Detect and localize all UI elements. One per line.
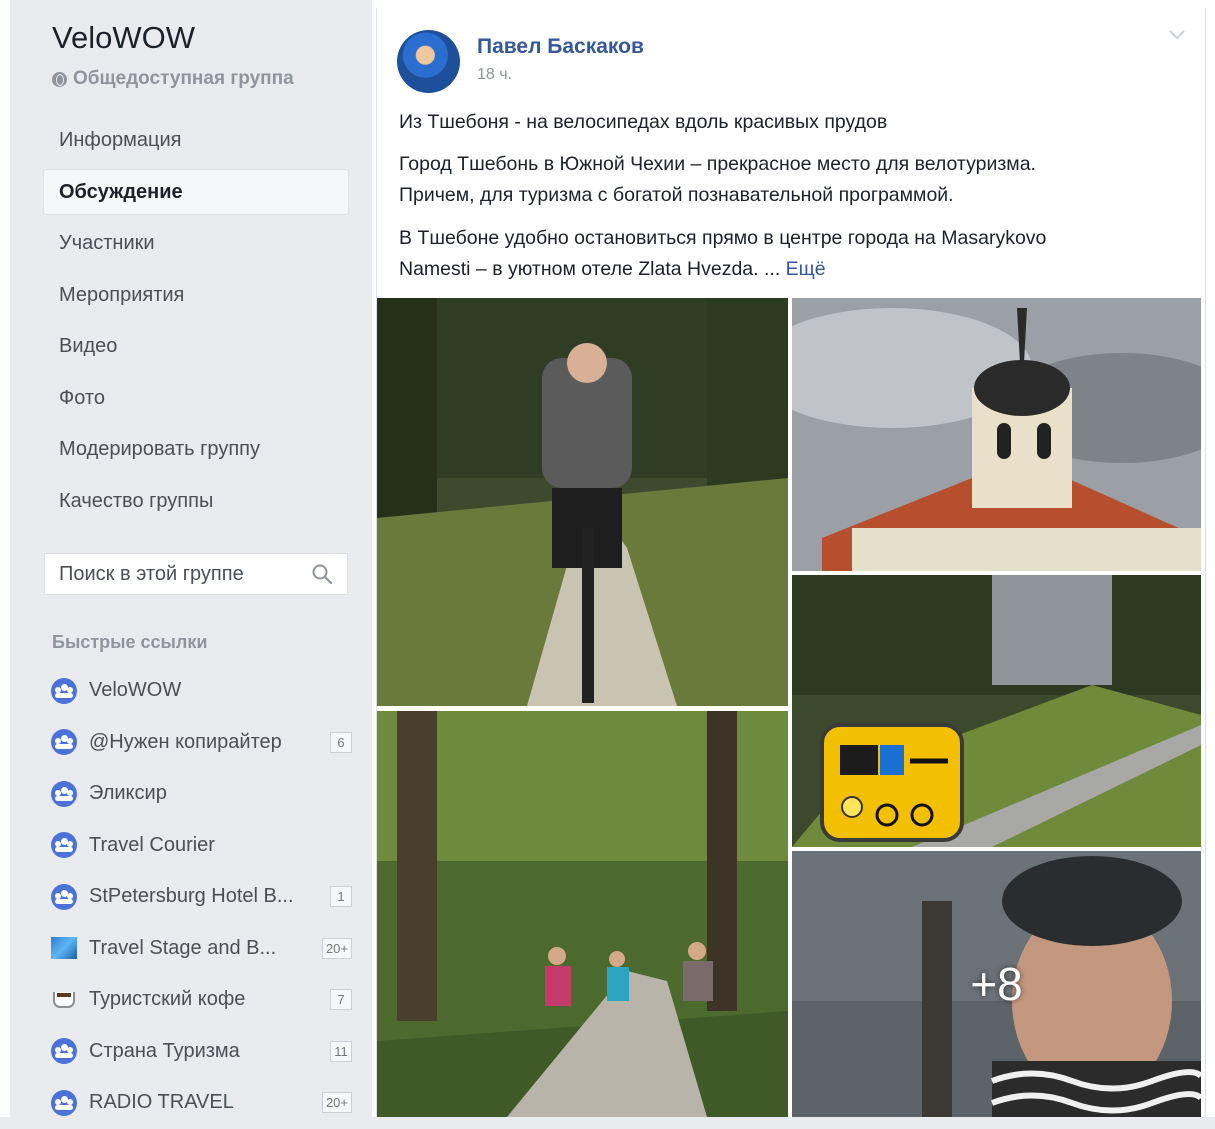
group-icon xyxy=(50,677,77,704)
post-text: Namesti – в уютном отеле Zlata Hvezda. .… xyxy=(399,258,781,280)
quick-link-label: Туристский кофе xyxy=(89,988,246,1011)
group-icon xyxy=(50,832,77,859)
quick-links-list: VeloWOW @Нужен копирайтер 6 Эликсир Trav… xyxy=(50,665,352,1129)
group-thumb-icon xyxy=(50,937,77,960)
group-title[interactable]: VeloWOW xyxy=(52,20,195,56)
post-timestamp[interactable]: 18 ч. xyxy=(477,66,512,84)
group-icon xyxy=(50,1038,77,1065)
quick-link-item[interactable]: Туристский кофе 7 xyxy=(50,974,352,1026)
photo-cyclist-on-path xyxy=(377,298,788,706)
quick-link-label: StPetersburg Hotel B... xyxy=(89,885,294,908)
group-privacy: Общедоступная группа xyxy=(52,68,294,90)
quick-link-item[interactable]: StPetersburg Hotel B... 1 xyxy=(50,871,352,923)
group-icon xyxy=(50,883,77,910)
search-input[interactable] xyxy=(45,561,301,587)
search-icon[interactable] xyxy=(311,563,333,585)
quick-link-item[interactable]: RADIO TRAVEL 20+ xyxy=(50,1077,352,1129)
nav-item-discussion[interactable]: Обсуждение xyxy=(44,169,348,214)
nav-item-info[interactable]: Информация xyxy=(44,118,348,162)
post-paragraph-2-line-2: Namesti – в уютном отеле Zlata Hvezda. .… xyxy=(399,253,1189,285)
notification-badge: 11 xyxy=(330,1040,352,1062)
coffee-cup-icon xyxy=(52,991,75,1008)
globe-icon xyxy=(52,71,67,87)
quick-link-item[interactable]: Страна Туризма 11 xyxy=(50,1026,352,1078)
photo-church xyxy=(792,298,1201,571)
post-paragraph-1-line-1: Город Тшебонь в Южной Чехии – прекрасное… xyxy=(399,153,1036,175)
quick-link-label: Travel Courier xyxy=(89,833,215,856)
nav-item-group-quality[interactable]: Качество группы xyxy=(44,479,348,523)
quick-link-label: VeloWOW xyxy=(89,679,182,702)
quick-link-item[interactable]: Travel Courier xyxy=(50,820,352,872)
nav-item-photos[interactable]: Фото xyxy=(44,376,348,420)
quick-link-item[interactable]: @Нужен копирайтер 6 xyxy=(50,717,352,769)
nav-item-events[interactable]: Мероприятия xyxy=(44,273,348,317)
group-icon xyxy=(50,729,77,756)
quick-link-label: @Нужен копирайтер xyxy=(89,730,282,753)
post-photo-5[interactable]: +8 xyxy=(792,851,1201,1117)
quick-link-label: Эликсир xyxy=(89,782,167,805)
feed-post: Павел Баскаков 18 ч. Из Тшебоня - на вел… xyxy=(376,8,1206,1117)
post-paragraph-2-line-1: В Тшебоне удобно остановиться прямо в це… xyxy=(399,227,1047,249)
more-photos-count[interactable]: +8 xyxy=(792,851,1201,1117)
chevron-down-icon[interactable] xyxy=(1169,30,1185,40)
quick-links-title: Быстрые ссылки xyxy=(52,632,208,652)
post-paragraph-1-line-2: Причем, для туризма с богатой познавател… xyxy=(399,184,954,206)
nav-item-moderate-group[interactable]: Модерировать группу xyxy=(44,427,348,471)
group-nav: Информация Обсуждение Участники Мероприя… xyxy=(44,118,348,530)
photo-cyclists-forest xyxy=(377,711,788,1117)
see-more-link[interactable]: Ещё xyxy=(786,258,826,280)
nav-item-videos[interactable]: Видео xyxy=(44,324,348,368)
notification-badge: 6 xyxy=(330,731,352,753)
notification-badge: 1 xyxy=(330,886,352,907)
photo-bike-route-sign xyxy=(792,575,1201,847)
author-avatar[interactable] xyxy=(397,30,460,93)
group-icon xyxy=(50,780,77,807)
notification-badge: 20+ xyxy=(321,937,352,959)
quick-link-item[interactable]: Travel Stage and B... 20+ xyxy=(50,923,352,975)
quick-link-item[interactable]: VeloWOW xyxy=(50,665,352,717)
post-photo-3[interactable] xyxy=(792,575,1201,847)
group-icon xyxy=(50,1089,77,1116)
group-search xyxy=(44,553,348,595)
post-photo-1[interactable] xyxy=(377,298,788,706)
group-privacy-label: Общедоступная группа xyxy=(73,68,294,89)
post-photo-2[interactable] xyxy=(792,298,1201,571)
post-photo-4[interactable] xyxy=(377,711,788,1117)
quick-link-label: Страна Туризма xyxy=(89,1039,240,1062)
quick-link-item[interactable]: Эликсир xyxy=(50,768,352,820)
notification-badge: 20+ xyxy=(321,1092,352,1113)
quick-link-label: RADIO TRAVEL xyxy=(89,1091,234,1114)
quick-link-label: Travel Stage and B... xyxy=(89,936,277,959)
post-title: Из Тшебоня - на велосипедах вдоль красив… xyxy=(399,111,888,133)
nav-item-members[interactable]: Участники xyxy=(44,221,348,265)
notification-badge: 7 xyxy=(330,989,352,1010)
post-author[interactable]: Павел Баскаков xyxy=(477,35,644,59)
